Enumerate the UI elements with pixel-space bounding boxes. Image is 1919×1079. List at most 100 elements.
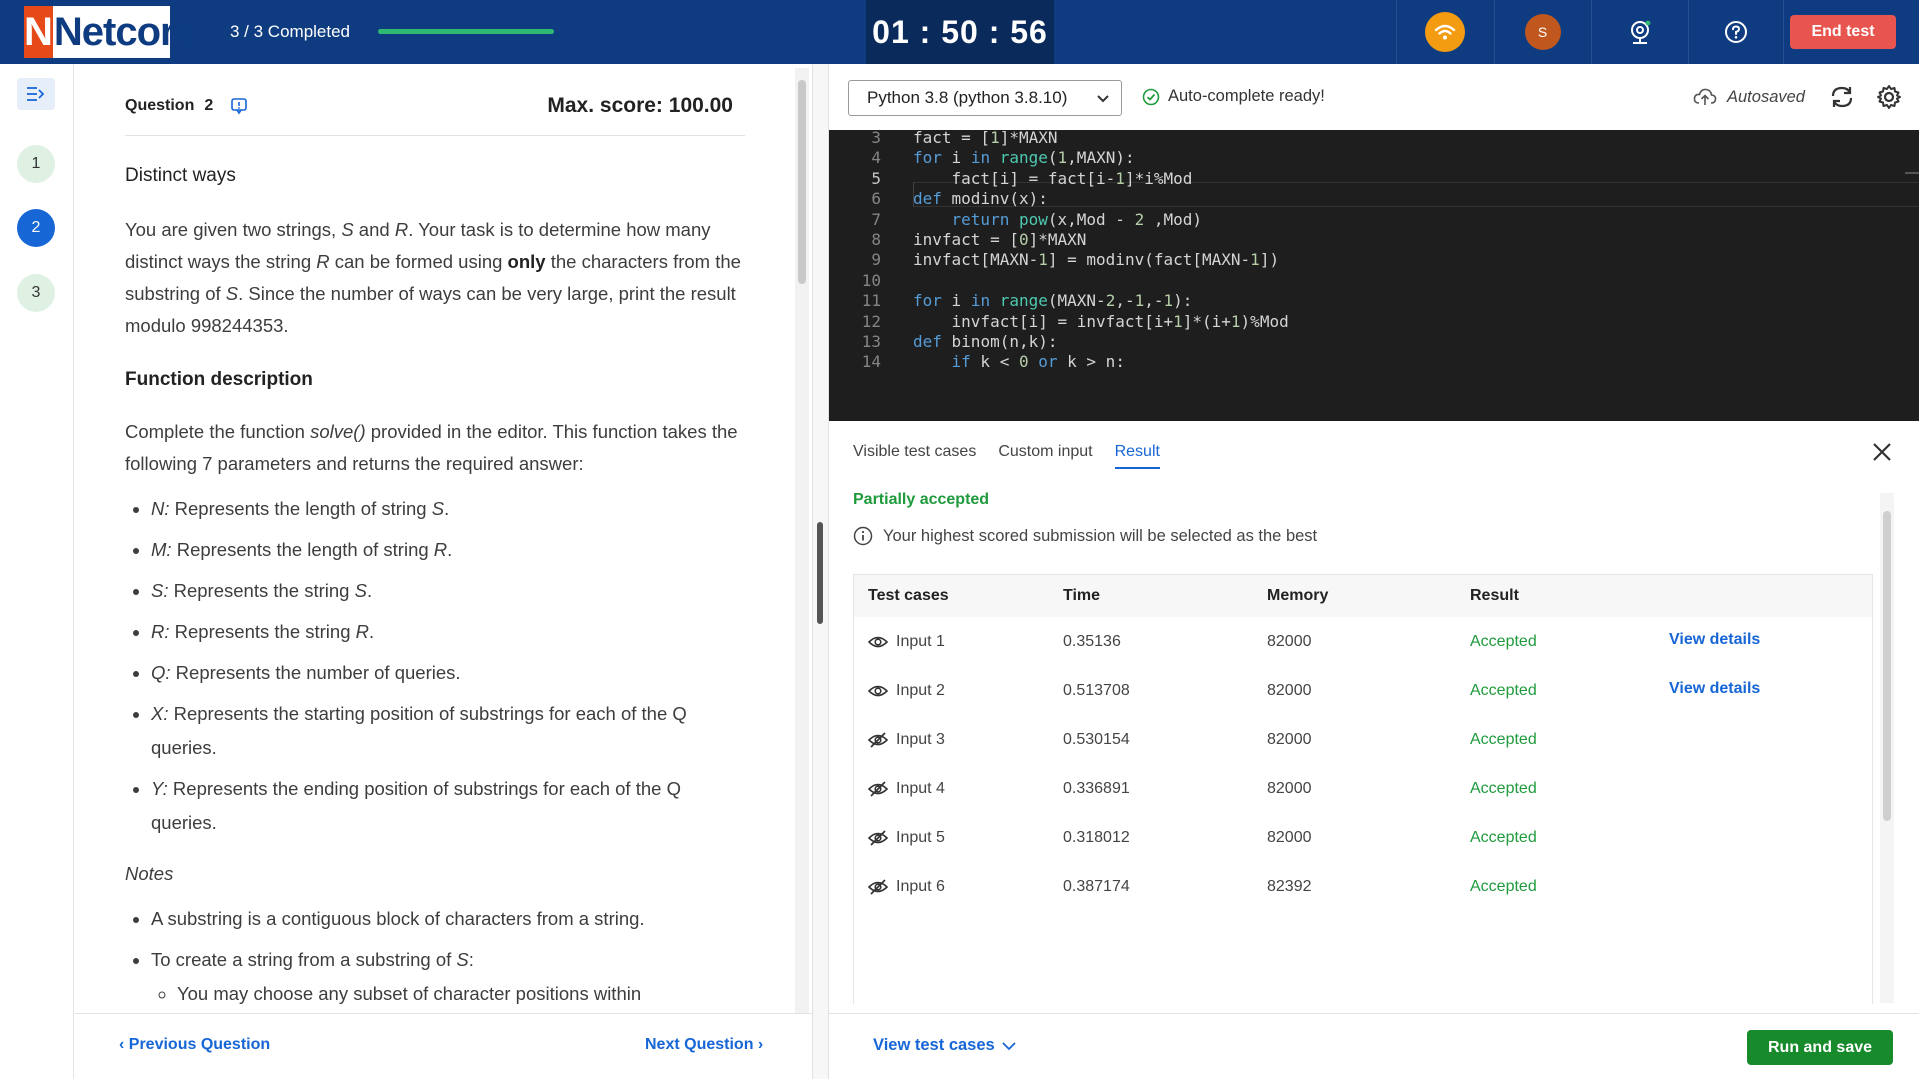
test-case-name: Input 2 [896,682,945,699]
splitter-handle[interactable] [817,522,823,624]
test-case-memory: 82000 [1267,633,1312,650]
avatar: S [1524,14,1561,50]
language-select[interactable]: Python 3.8 (python 3.8.10) [848,80,1122,116]
end-test-button[interactable]: End test [1790,15,1896,49]
autosaved-text: Autosaved [1727,87,1805,106]
eye-off-icon [867,879,889,895]
editor-footer: View test cases Run and save [829,1013,1919,1079]
test-case-memory: 82000 [1267,731,1312,748]
hidden-test-toggle[interactable] [867,879,889,900]
question-nav-3[interactable]: 3 [17,274,55,312]
parameter-item: N: Represents the length of string S. [151,492,750,526]
settings-button[interactable] [1876,84,1902,115]
logo-text: Netcore [53,9,197,54]
cloud-upload-icon [1693,88,1717,105]
wifi-icon [1424,12,1465,52]
column-header-time: Time [1063,587,1101,604]
next-question-button[interactable]: Next Question › [645,1036,763,1054]
question-intro: You are given two strings, S and R. Your… [125,219,741,336]
question-info-button[interactable] [230,97,248,120]
submission-hint: Your highest scored submission will be s… [853,526,1317,546]
tab-custom-input[interactable]: Custom input [998,443,1092,469]
test-case-name: Input 5 [896,829,945,846]
results-tabs: Visible test cases Custom input Result [853,443,1160,469]
column-header-memory: Memory [1267,587,1329,604]
gear-icon [1877,85,1901,109]
view-test-cases-button[interactable]: View test cases [873,1036,1017,1055]
question-rail: 1 2 3 [0,64,74,1079]
editor-toolbar: Python 3.8 (python 3.8.10) Auto-complete… [829,64,1919,130]
close-icon [1873,443,1891,461]
parameter-item: X: Represents the starting position of s… [151,697,750,765]
tab-visible-test-cases[interactable]: Visible test cases [853,443,976,469]
visible-test-toggle[interactable] [867,683,889,704]
note-sublist: You may choose any subset of character p… [177,977,750,1011]
table-header: Test cases Time Memory Result [854,575,1872,617]
test-case-name: Input 3 [896,731,945,748]
eye-icon [867,636,889,648]
collapse-rail-button[interactable] [17,78,55,110]
run-and-save-button[interactable]: Run and save [1747,1030,1893,1065]
question-number: 2 [204,97,214,114]
question-nav-1[interactable]: 1 [17,145,55,183]
close-results-button[interactable] [1871,441,1893,468]
test-case-name: Input 4 [896,780,945,797]
language-value: Python 3.8 (python 3.8.10) [867,88,1068,107]
question-footer: ‹ Previous Question Next Question › [75,1013,812,1079]
test-case-memory: 82000 [1267,829,1312,846]
results-panel: Visible test cases Custom input Result Par… [829,421,1919,1013]
top-bar: N Netcore 3 / 3 Completed 01 : 50 : 56 S… [0,0,1919,64]
progress-bar [378,29,554,34]
submission-status: Partially accepted [853,491,990,508]
visible-test-toggle[interactable] [867,634,889,655]
autocomplete-text: Auto-complete ready! [1168,87,1325,105]
eye-icon [867,685,889,697]
question-scroll-thumb[interactable] [798,80,806,284]
test-case-result: Accepted [1470,878,1537,895]
code-editor[interactable]: 3 fact = [1]*MAXN 4 for i in range(1,MAXN):… [829,130,1919,421]
table-row: Input 2 0.513708 82000 Accepted View details [854,668,1872,717]
line-number: 14 [861,352,881,372]
table-row: Input 1 0.35136 82000 Accepted View details [854,619,1872,668]
chevron-down-icon [1002,1041,1016,1050]
code-text[interactable]: if k < 0 or k > n: [913,349,1125,374]
question-panel: Question 2 Max. score: 100.00 Distinct wa… [75,64,812,1013]
parameter-item: Y: Represents the ending position of sub… [151,772,750,840]
progress-label: 3 / 3 Completed [230,22,351,41]
code-line[interactable]: 14 if k < 0 or k > n: [829,349,1919,374]
question-nav-2[interactable]: 2 [17,209,55,247]
function-description: Complete the function solve() provided i… [125,421,738,474]
table-row: Input 3 0.530154 82000 Accepted [854,717,1872,766]
test-case-result: Accepted [1470,633,1537,650]
help-icon [1725,21,1747,43]
view-details-link[interactable]: View details [1669,631,1760,649]
refresh-button[interactable] [1829,84,1855,115]
progress-fill [378,29,554,34]
results-table: Test cases Time Memory Result Input 1 0.3… [853,574,1873,1004]
table-row: Input 4 0.336891 82000 Accepted [854,766,1872,815]
hidden-test-toggle[interactable] [867,781,889,802]
parameter-item: Q: Represents the number of queries. [151,656,750,690]
test-case-time: 0.318012 [1063,829,1130,846]
network-status-button[interactable] [1396,0,1492,64]
hidden-test-toggle[interactable] [867,830,889,851]
countdown-timer: 01 : 50 : 56 [866,0,1054,64]
column-header-test-cases: Test cases [868,587,949,604]
view-test-cases-label: View test cases [873,1036,995,1054]
comment-icon [231,98,247,115]
results-scroll-thumb[interactable] [1883,511,1891,821]
test-case-result: Accepted [1470,731,1537,748]
note-item: A substring is a contiguous block of cha… [151,902,750,936]
question-label: Question 2 [125,97,213,115]
previous-question-button[interactable]: ‹ Previous Question [119,1036,270,1054]
test-case-memory: 82000 [1267,780,1312,797]
help-button[interactable] [1688,0,1784,64]
view-details-link[interactable]: View details [1669,680,1760,698]
logo-mark: N [24,6,53,58]
max-score: Max. score: 100.00 [547,94,733,117]
hidden-test-toggle[interactable] [867,732,889,753]
tab-result[interactable]: Result [1114,443,1160,469]
question-title: Distinct ways [125,165,236,186]
webcam-button[interactable] [1591,0,1687,64]
profile-button[interactable]: S [1494,0,1590,64]
